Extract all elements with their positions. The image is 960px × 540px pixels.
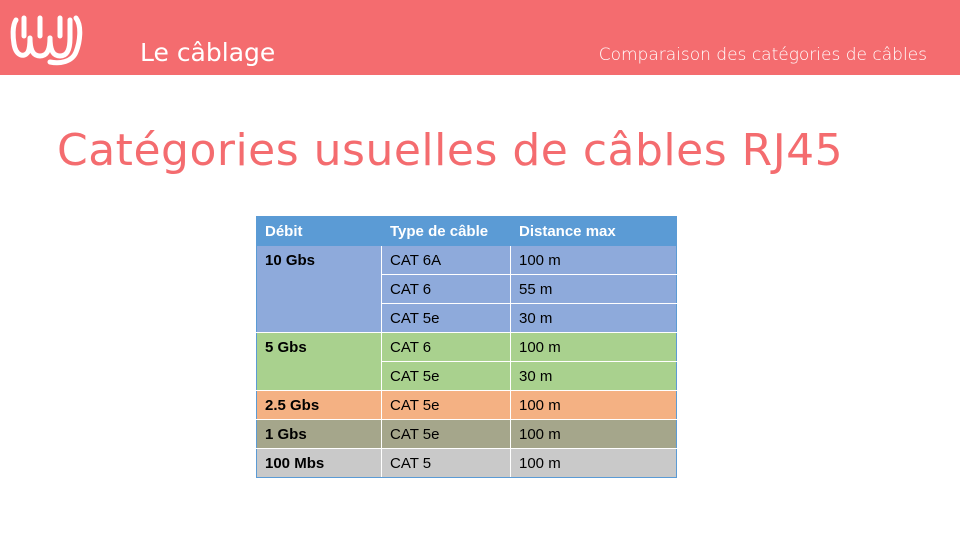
cable-type-cell: CAT 5e (381, 303, 511, 333)
distance-cell: 100 m (510, 419, 677, 449)
rate-cell: 10 Gbs (256, 245, 382, 333)
table-row: 5 Gbs CAT 6 100 m (256, 332, 677, 391)
table-row: 100 Mbs CAT 5 100 m (256, 448, 677, 478)
section-title: Le câblage (140, 38, 276, 67)
distance-cell: 30 m (510, 303, 677, 333)
distance-cell: 100 m (510, 448, 677, 478)
column-header-cable-type: Type de câble (381, 216, 511, 246)
table-row: 1 Gbs CAT 5e 100 m (256, 419, 677, 449)
rate-cell: 1 Gbs (256, 419, 382, 449)
column-header-rate: Débit (256, 216, 382, 246)
distance-cell: 55 m (510, 274, 677, 304)
cable-type-cell: CAT 6A (381, 245, 511, 275)
rate-cell: 100 Mbs (256, 448, 382, 478)
cable-type-cell: CAT 5e (381, 419, 511, 449)
cable-type-cell: CAT 5e (381, 361, 511, 391)
cable-type-cell: CAT 6 (381, 332, 511, 362)
cable-categories-table: Débit Type de câble Distance max 10 Gbs … (256, 216, 677, 478)
cable-type-cell: CAT 5 (381, 448, 511, 478)
table-header-row: Débit Type de câble Distance max (256, 216, 677, 246)
slide-title: Catégories usuelles de câbles RJ45 (57, 125, 844, 176)
distance-cell: 100 m (510, 390, 677, 420)
rate-cell: 2.5 Gbs (256, 390, 382, 420)
table-row: 10 Gbs CAT 6A 100 m (256, 245, 677, 333)
header-bar: Le câblage Comparaison des catégories de… (0, 0, 960, 75)
wavy-u-logo-icon (10, 15, 83, 66)
rate-cell: 5 Gbs (256, 332, 382, 391)
cable-type-cell: CAT 6 (381, 274, 511, 304)
distance-cell: 100 m (510, 245, 677, 275)
distance-cell: 100 m (510, 332, 677, 362)
column-header-max-distance: Distance max (510, 216, 677, 246)
table-row: 2.5 Gbs CAT 5e 100 m (256, 390, 677, 420)
distance-cell: 30 m (510, 361, 677, 391)
section-subtitle: Comparaison des catégories de câbles (598, 45, 927, 65)
cable-type-cell: CAT 5e (381, 390, 511, 420)
